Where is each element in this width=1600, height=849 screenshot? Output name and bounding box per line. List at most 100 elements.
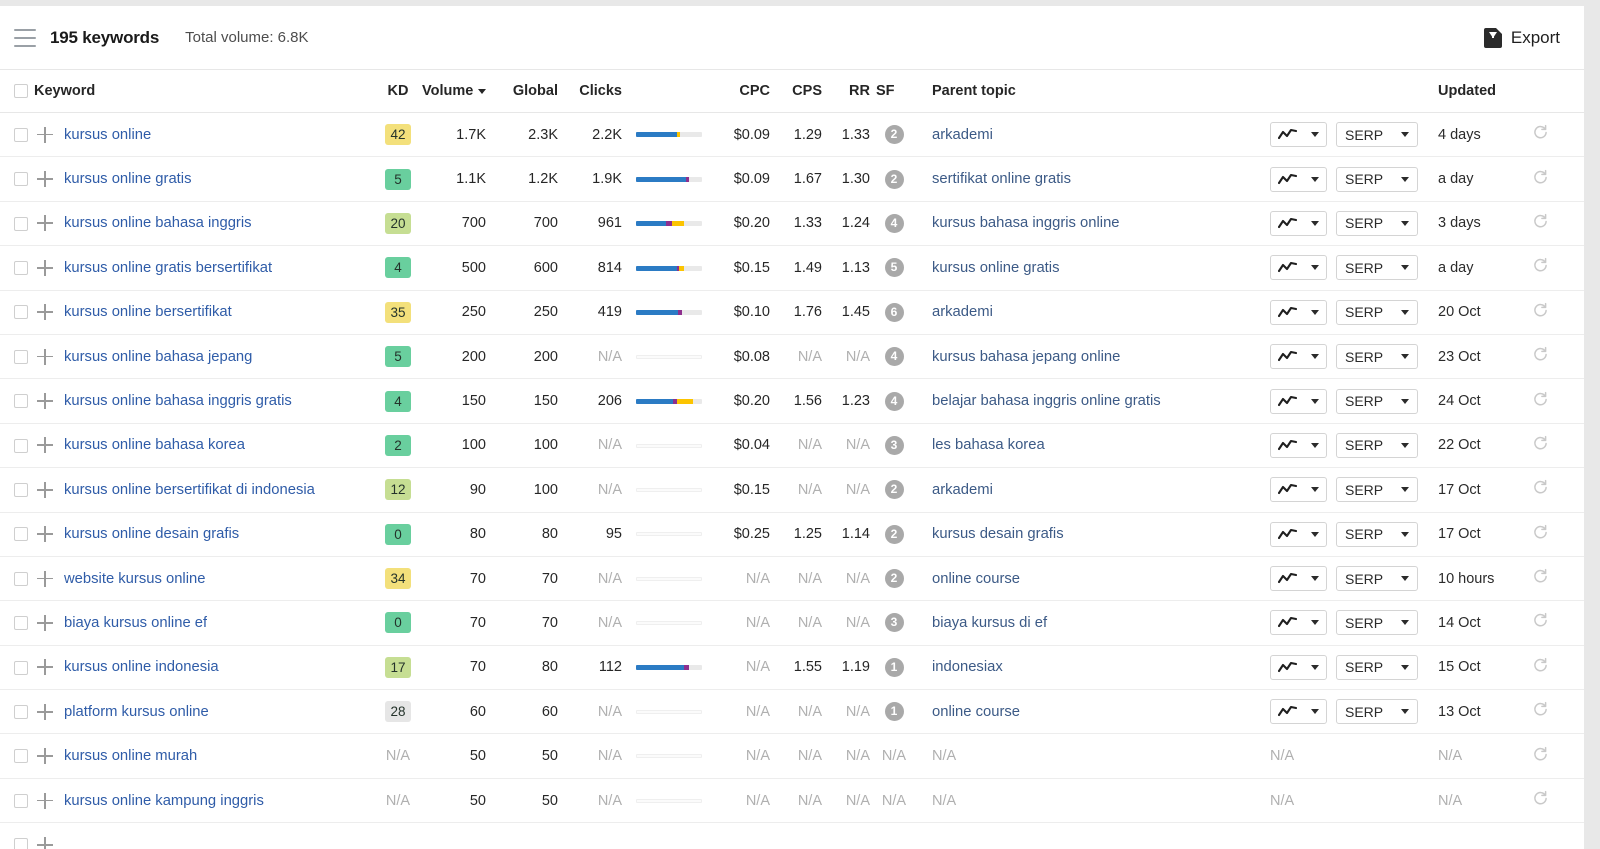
row-checkbox[interactable] [14, 127, 28, 142]
keyword-link[interactable]: website kursus online [64, 571, 205, 587]
add-keyword-icon[interactable] [34, 301, 56, 323]
refresh-cell[interactable] [1532, 689, 1584, 735]
serp-button[interactable]: SERP [1336, 654, 1418, 680]
keyword-link[interactable]: platform kursus online [64, 704, 209, 720]
row-checkbox[interactable] [14, 305, 28, 320]
keyword-link[interactable]: biaya kursus online ef [64, 615, 207, 631]
refresh-cell[interactable] [1532, 556, 1584, 602]
metrics-chart-button[interactable] [1270, 521, 1327, 547]
parent-topic-link[interactable]: kursus desain grafis [932, 526, 1064, 542]
parent-topic-link[interactable]: online course [932, 704, 1020, 720]
table-row[interactable]: kursus online murah N/A 50 50 N/A N/A N/A N/A N/… [0, 733, 1584, 779]
refresh-icon[interactable] [1532, 612, 1549, 629]
add-keyword-icon[interactable] [34, 479, 56, 501]
row-checkbox[interactable] [14, 616, 28, 631]
row-select-cell[interactable] [0, 778, 34, 824]
metrics-chart-button[interactable] [1270, 610, 1327, 636]
serp-button[interactable]: SERP [1336, 299, 1418, 325]
refresh-cell[interactable] [1532, 467, 1584, 513]
refresh-icon[interactable] [1532, 524, 1549, 541]
serp-button[interactable]: SERP [1336, 210, 1418, 236]
refresh-cell[interactable] [1532, 245, 1584, 291]
refresh-icon[interactable] [1532, 169, 1549, 186]
add-keyword-icon[interactable] [34, 745, 56, 767]
header-select-all[interactable] [0, 69, 34, 113]
metrics-chart-button[interactable] [1270, 654, 1327, 680]
table-row[interactable]: kursus online bahasa korea 2 100 100 N/A $0.0… [0, 423, 1584, 469]
table-row[interactable] [0, 822, 1584, 849]
parent-topic-link[interactable]: arkademi [932, 127, 993, 143]
keyword-link[interactable]: kursus online bahasa korea [64, 437, 245, 453]
row-checkbox[interactable] [14, 704, 28, 719]
row-checkbox[interactable] [14, 216, 28, 231]
parent-topic-link[interactable]: kursus bahasa jepang online [932, 349, 1120, 365]
row-checkbox[interactable] [14, 793, 28, 808]
row-select-cell[interactable] [0, 201, 34, 247]
metrics-chart-button[interactable] [1270, 210, 1327, 236]
refresh-cell[interactable] [1532, 778, 1584, 824]
metrics-chart-button[interactable] [1270, 166, 1327, 192]
serp-button[interactable]: SERP [1336, 610, 1418, 636]
refresh-cell[interactable] [1532, 112, 1584, 158]
header-rr[interactable]: RR [822, 69, 870, 113]
refresh-cell[interactable] [1532, 600, 1584, 646]
refresh-cell[interactable] [1532, 645, 1584, 691]
refresh-icon[interactable] [1532, 213, 1549, 230]
keyword-link[interactable]: kursus online desain grafis [64, 526, 239, 542]
table-row[interactable]: biaya kursus online ef 0 70 70 N/A N/A N/A N/A 3… [0, 600, 1584, 646]
refresh-icon[interactable] [1532, 657, 1549, 674]
refresh-icon[interactable] [1532, 479, 1549, 496]
add-keyword-icon[interactable] [34, 124, 56, 146]
header-volume[interactable]: Volume [422, 69, 490, 113]
header-sf[interactable]: SF [870, 69, 918, 113]
header-updated[interactable]: Updated [1438, 69, 1532, 113]
table-row[interactable]: kursus online gratis 5 1.1K 1.2K 1.9K $0.09 1.… [0, 156, 1584, 202]
refresh-icon[interactable] [1532, 790, 1549, 807]
metrics-chart-button[interactable] [1270, 699, 1327, 725]
refresh-cell[interactable] [1532, 423, 1584, 469]
hamburger-icon[interactable] [14, 28, 36, 47]
metrics-chart-button[interactable] [1270, 122, 1327, 148]
metrics-chart-button[interactable] [1270, 477, 1327, 503]
refresh-cell[interactable] [1532, 290, 1584, 335]
serp-button[interactable]: SERP [1336, 566, 1418, 592]
refresh-cell[interactable] [1532, 733, 1584, 779]
keyword-link[interactable]: kursus online bahasa jepang [64, 349, 252, 365]
table-row[interactable]: kursus online indonesia 17 70 80 112 N/A 1.55 1… [0, 645, 1584, 691]
export-button[interactable]: Export [1482, 24, 1562, 52]
row-select-cell[interactable] [0, 733, 34, 779]
row-select-cell[interactable] [0, 689, 34, 735]
metrics-chart-button[interactable] [1270, 299, 1327, 325]
add-keyword-icon[interactable] [34, 257, 56, 279]
row-checkbox[interactable] [14, 527, 28, 542]
refresh-cell[interactable] [1532, 378, 1584, 424]
header-cps[interactable]: CPS [770, 69, 822, 113]
parent-topic-link[interactable]: sertifikat online gratis [932, 171, 1071, 187]
refresh-cell[interactable] [1532, 201, 1584, 247]
row-select-cell[interactable] [0, 334, 34, 380]
row-checkbox[interactable] [14, 261, 28, 276]
row-checkbox[interactable] [14, 172, 28, 187]
table-row[interactable]: kursus online bersertifikat di indonesia… [0, 467, 1584, 513]
parent-topic-link[interactable]: kursus online gratis [932, 260, 1059, 276]
serp-button[interactable]: SERP [1336, 344, 1418, 370]
table-row[interactable]: kursus online 42 1.7K 2.3K 2.2K $0.09 1.29 1.33… [0, 112, 1584, 158]
add-keyword-icon[interactable] [34, 434, 56, 456]
refresh-icon[interactable] [1532, 257, 1549, 274]
header-keyword[interactable]: Keyword [34, 69, 374, 113]
header-kd[interactable]: KD [374, 69, 422, 113]
refresh-cell[interactable] [1532, 822, 1584, 849]
row-checkbox[interactable] [14, 482, 28, 497]
row-checkbox[interactable] [14, 838, 28, 849]
metrics-chart-button[interactable] [1270, 344, 1327, 370]
table-row[interactable]: kursus online gratis bersertifikat 4 500 60… [0, 245, 1584, 291]
header-cpc[interactable]: CPC [716, 69, 770, 113]
refresh-icon[interactable] [1532, 568, 1549, 585]
serp-button[interactable]: SERP [1336, 122, 1418, 148]
table-row[interactable]: kursus online bahasa inggris 20 700 700 961 $… [0, 201, 1584, 247]
parent-topic-link[interactable]: les bahasa korea [932, 437, 1045, 453]
add-keyword-icon[interactable] [34, 346, 56, 368]
row-checkbox[interactable] [14, 660, 28, 675]
table-row[interactable]: kursus online bersertifikat 35 250 250 419 $0… [0, 290, 1584, 335]
header-global[interactable]: Global [490, 69, 562, 113]
